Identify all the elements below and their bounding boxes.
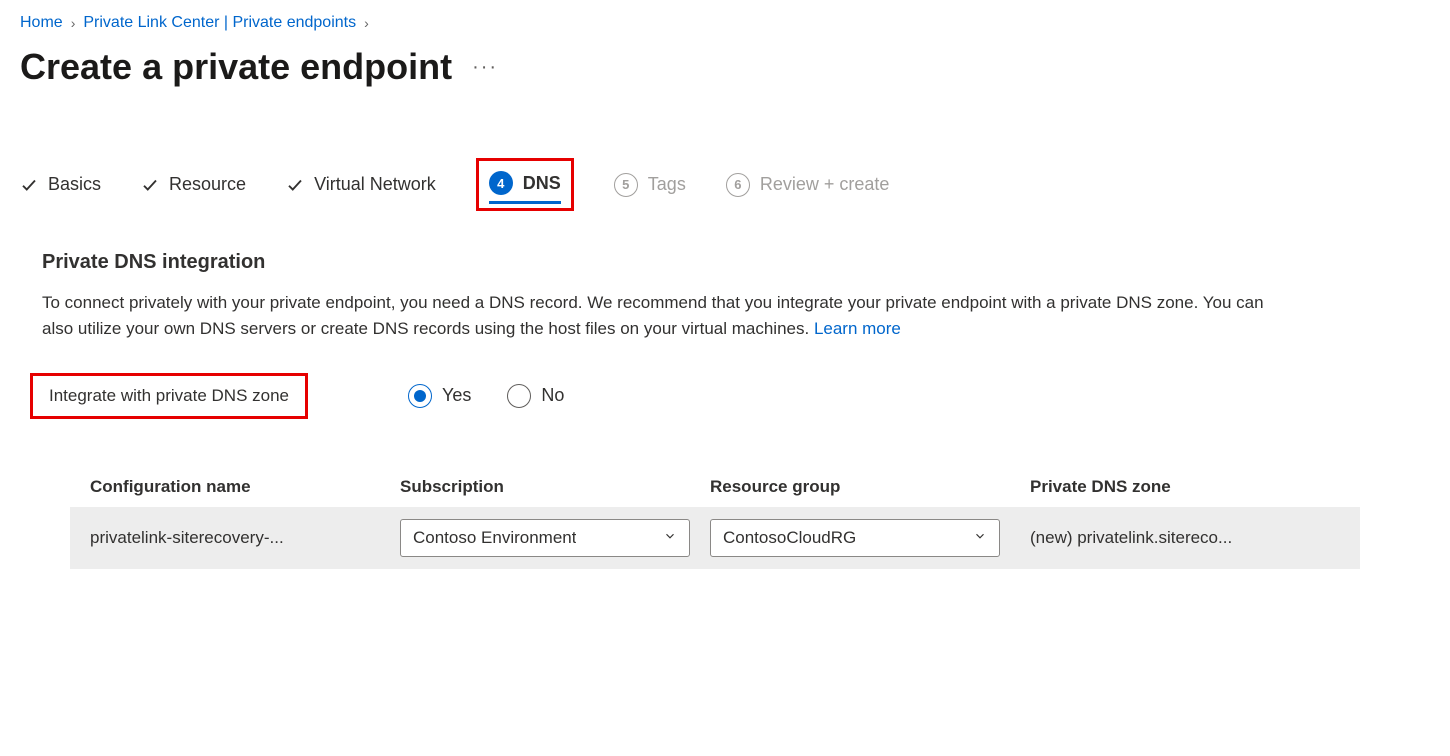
chevron-right-icon: › bbox=[71, 15, 76, 31]
chevron-right-icon: › bbox=[364, 15, 369, 31]
resource-group-dropdown[interactable]: ContosoCloudRG bbox=[710, 519, 1000, 557]
radio-label: No bbox=[541, 385, 564, 406]
breadcrumb-home[interactable]: Home bbox=[20, 14, 63, 32]
cell-private-dns-zone: (new) privatelink.sitereco... bbox=[1030, 528, 1340, 548]
dropdown-value: Contoso Environment bbox=[413, 528, 576, 548]
form-row-integrate: Integrate with private DNS zone Yes No bbox=[30, 373, 1430, 419]
step-number-badge: 6 bbox=[726, 173, 750, 197]
highlight-dns-tab: 4 DNS bbox=[476, 158, 574, 211]
wizard-tabs: Basics Resource Virtual Network 4 DNS 5 … bbox=[20, 158, 1430, 211]
chevron-down-icon bbox=[663, 528, 677, 548]
learn-more-link[interactable]: Learn more bbox=[814, 319, 901, 338]
check-icon bbox=[141, 176, 159, 194]
radio-group-integrate: Yes No bbox=[408, 384, 564, 408]
tab-tags: 5 Tags bbox=[614, 167, 686, 203]
step-number-badge: 5 bbox=[614, 173, 638, 197]
subscription-dropdown[interactable]: Contoso Environment bbox=[400, 519, 690, 557]
radio-yes[interactable]: Yes bbox=[408, 384, 471, 408]
table-header-row: Configuration name Subscription Resource… bbox=[70, 467, 1360, 507]
tab-virtual-network[interactable]: Virtual Network bbox=[286, 168, 436, 201]
check-icon bbox=[286, 176, 304, 194]
highlight-integrate-label: Integrate with private DNS zone bbox=[30, 373, 308, 419]
section-heading-dns-integration: Private DNS integration bbox=[42, 251, 1430, 274]
dns-config-table: Configuration name Subscription Resource… bbox=[70, 467, 1360, 569]
description-text: To connect privately with your private e… bbox=[42, 293, 1264, 338]
breadcrumb: Home › Private Link Center | Private end… bbox=[20, 14, 1430, 32]
tab-label: Review + create bbox=[760, 174, 890, 195]
more-actions-icon[interactable]: ··· bbox=[472, 56, 498, 79]
section-description: To connect privately with your private e… bbox=[42, 290, 1272, 343]
step-number-badge: 4 bbox=[489, 171, 513, 195]
col-resource-group: Resource group bbox=[710, 477, 1030, 497]
tab-resource[interactable]: Resource bbox=[141, 168, 246, 201]
tab-label: Basics bbox=[48, 174, 101, 195]
col-subscription: Subscription bbox=[400, 477, 710, 497]
title-bar: Create a private endpoint ··· bbox=[20, 46, 1430, 88]
check-icon bbox=[20, 176, 38, 194]
page-title: Create a private endpoint bbox=[20, 46, 452, 88]
chevron-down-icon bbox=[973, 528, 987, 548]
breadcrumb-private-link-center[interactable]: Private Link Center | Private endpoints bbox=[83, 14, 356, 32]
table-row: privatelink-siterecovery-... Contoso Env… bbox=[70, 507, 1360, 569]
tab-label: Resource bbox=[169, 174, 246, 195]
col-private-dns-zone: Private DNS zone bbox=[1030, 477, 1340, 497]
tab-dns[interactable]: 4 DNS bbox=[489, 165, 561, 204]
col-config-name: Configuration name bbox=[90, 477, 400, 497]
tab-label: DNS bbox=[523, 173, 561, 194]
tab-basics[interactable]: Basics bbox=[20, 168, 101, 201]
radio-no[interactable]: No bbox=[507, 384, 564, 408]
radio-label: Yes bbox=[442, 385, 471, 406]
tab-label: Virtual Network bbox=[314, 174, 436, 195]
radio-unselected-icon bbox=[507, 384, 531, 408]
cell-config-name: privatelink-siterecovery-... bbox=[90, 528, 400, 548]
tab-review-create: 6 Review + create bbox=[726, 167, 890, 203]
tab-label: Tags bbox=[648, 174, 686, 195]
dropdown-value: ContosoCloudRG bbox=[723, 528, 856, 548]
integrate-label: Integrate with private DNS zone bbox=[49, 386, 289, 405]
radio-selected-icon bbox=[408, 384, 432, 408]
